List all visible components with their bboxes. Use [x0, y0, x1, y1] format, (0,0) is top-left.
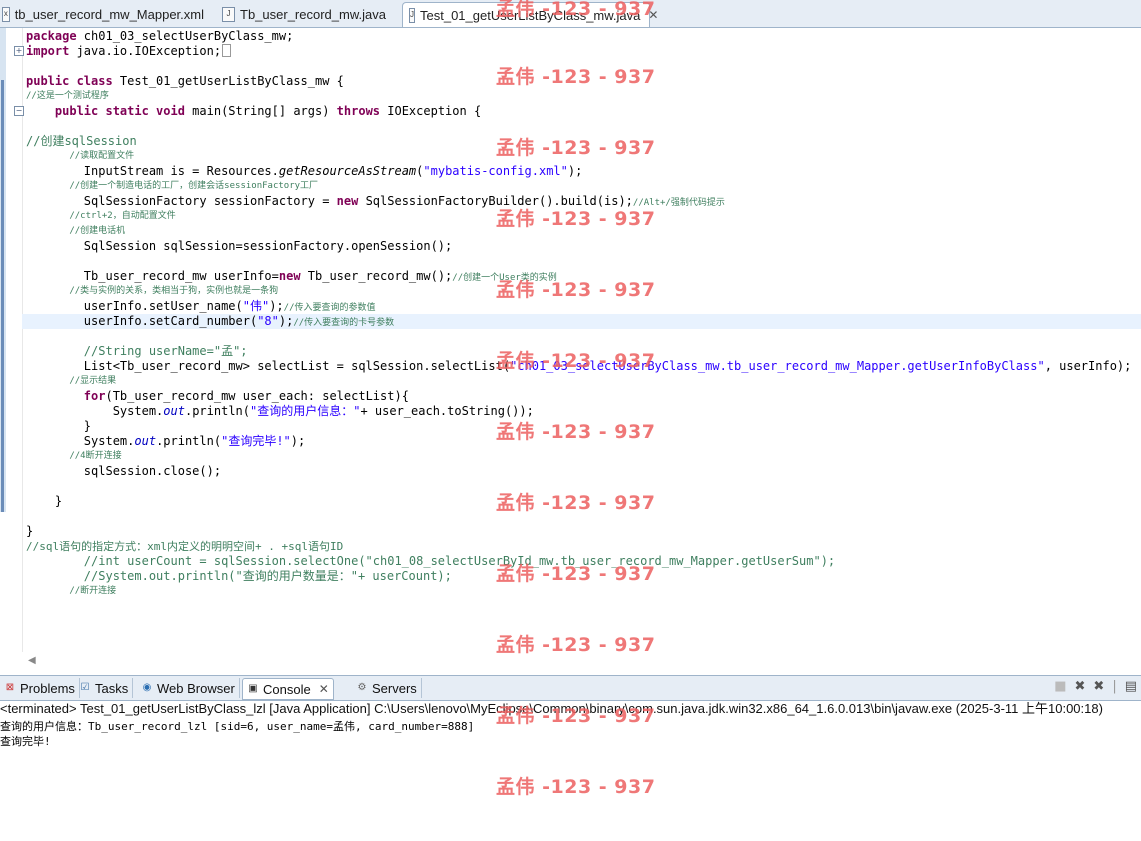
globe-icon: ◉	[142, 682, 152, 693]
change-ruler	[1, 80, 4, 512]
servers-icon: ⚙	[357, 682, 367, 693]
code-comment: //String userName="孟";	[26, 344, 248, 358]
tab-label: Tb_user_record_mw.java	[240, 6, 386, 22]
watermark: 孟伟 -123 - 937	[496, 350, 656, 372]
watermark: 孟伟 -123 - 937	[496, 279, 656, 301]
close-icon[interactable]: ✕	[319, 682, 329, 696]
java-file-icon: J	[222, 6, 235, 22]
code-line: SqlSession sqlSession=sessionFactory.ope…	[26, 239, 453, 253]
xml-file-icon: x	[2, 6, 10, 22]
tab-problems[interactable]: ⊠ Problems	[0, 678, 80, 698]
code-comment: //创建电话机	[26, 226, 126, 236]
terminate-icon[interactable]: ■	[1054, 679, 1066, 694]
separator-icon: |	[1112, 679, 1117, 694]
watermark: 孟伟 -123 - 937	[496, 492, 656, 514]
watermark: 孟伟 -123 - 937	[496, 66, 656, 88]
tasks-icon: ☑	[80, 682, 90, 693]
code-comment: //sql语句的指定方式：xml内定义的明明空间+ . +sql语句ID	[26, 540, 344, 553]
java-file-icon: J	[409, 7, 415, 23]
code-line: package ch01_03_selectUserByClass_mw;	[26, 29, 294, 43]
code-line: System.out.println("查询的用户信息："+ user_each…	[26, 404, 534, 418]
code-comment: //4断开连接	[26, 451, 122, 461]
watermark: 孟伟 -123 - 937	[496, 0, 656, 20]
watermark: 孟伟 -123 - 937	[496, 776, 656, 798]
remove-launch-icon[interactable]: ✖	[1075, 679, 1086, 694]
tab-mapper-xml[interactable]: x tb_user_record_mw_Mapper.xml	[0, 2, 210, 26]
watermark: 孟伟 -123 - 937	[496, 563, 656, 585]
code-line: System.out.println("查询完毕!");	[26, 434, 306, 448]
code-comment: //int userCount = sqlSession.selectOne("…	[26, 554, 836, 568]
tab-tasks[interactable]: ☑ Tasks	[75, 678, 134, 698]
remove-all-icon[interactable]: ✖	[1093, 679, 1104, 694]
watermark: 孟伟 -123 - 937	[496, 208, 656, 230]
code-comment: //创建一个制造电话的工厂，创建会话sessionFactory工厂	[26, 181, 319, 191]
code-line: }	[26, 419, 92, 433]
problems-icon: ⊠	[5, 682, 15, 693]
expand-icon[interactable]: +	[14, 46, 24, 56]
code-line: }	[26, 524, 34, 538]
code-comment: //断开连接	[26, 586, 117, 596]
code-comment: //创建sqlSession	[26, 134, 137, 148]
code-comment: //这是一个测试程序	[26, 91, 109, 101]
code-line: Tb_user_record_mw userInfo=new Tb_user_r…	[26, 269, 557, 283]
tab-label: Web Browser	[157, 680, 235, 696]
watermark: 孟伟 -123 - 937	[496, 634, 656, 656]
tab-label: Console	[263, 681, 311, 697]
watermark: 孟伟 -123 - 937	[496, 421, 656, 443]
tab-entity-java[interactable]: J Tb_user_record_mw.java	[216, 2, 402, 26]
watermark: 孟伟 -123 - 937	[496, 705, 656, 727]
code-line: InputStream is = Resources.getResourceAs…	[26, 164, 583, 178]
code-line: for(Tb_user_record_mw user_each: selectL…	[83, 389, 409, 403]
code-line: public class Test_01_getUserListByClass_…	[26, 74, 344, 88]
tab-console[interactable]: ▣ Console ✕	[242, 678, 334, 700]
tab-label: Servers	[372, 680, 417, 696]
clear-console-icon[interactable]: ▤	[1125, 679, 1137, 694]
tab-servers[interactable]: ⚙ Servers	[352, 678, 422, 698]
tab-label: Tasks	[95, 680, 129, 696]
code-line-current: userInfo.setCard_number("8");//传入要查询的卡号参…	[26, 314, 395, 328]
code-comment: //读取配置文件	[26, 151, 135, 161]
tab-label: tb_user_record_mw_Mapper.xml	[14, 6, 204, 22]
code-line: sqlSession.close();	[26, 464, 222, 478]
watermark: 孟伟 -123 - 937	[496, 137, 656, 159]
code-line: userInfo.setUser_name("伟");//传入要查询的参数值	[26, 299, 376, 313]
view-tab-bar: ⊠ Problems ☑ Tasks ◉ Web Browser ▣ Conso…	[0, 675, 1141, 701]
code-line: public static void main(String[] args) t…	[26, 104, 482, 118]
tab-web-browser[interactable]: ◉ Web Browser	[137, 678, 240, 698]
console-icon: ▣	[248, 683, 258, 694]
collapse-icon[interactable]: −	[14, 106, 24, 116]
tab-label: Problems	[20, 680, 75, 696]
code-line: import java.io.IOException;	[26, 44, 232, 59]
code-line: }	[26, 494, 63, 508]
code-comment: //ctrl+2，自动配置文件	[26, 211, 176, 221]
console-toolbar: ■ ✖ ✖ | ▤	[1054, 679, 1137, 694]
scroll-left-icon[interactable]: ◀	[28, 655, 36, 666]
code-comment: //System.out.println("查询的用户数量是："+ userCo…	[26, 569, 452, 583]
code-comment: //类与实例的关系，类相当于狗，实例也就是一条狗	[26, 286, 279, 296]
console-output-line: 查询完毕!	[0, 735, 51, 748]
code-comment: //显示结果	[26, 376, 117, 386]
